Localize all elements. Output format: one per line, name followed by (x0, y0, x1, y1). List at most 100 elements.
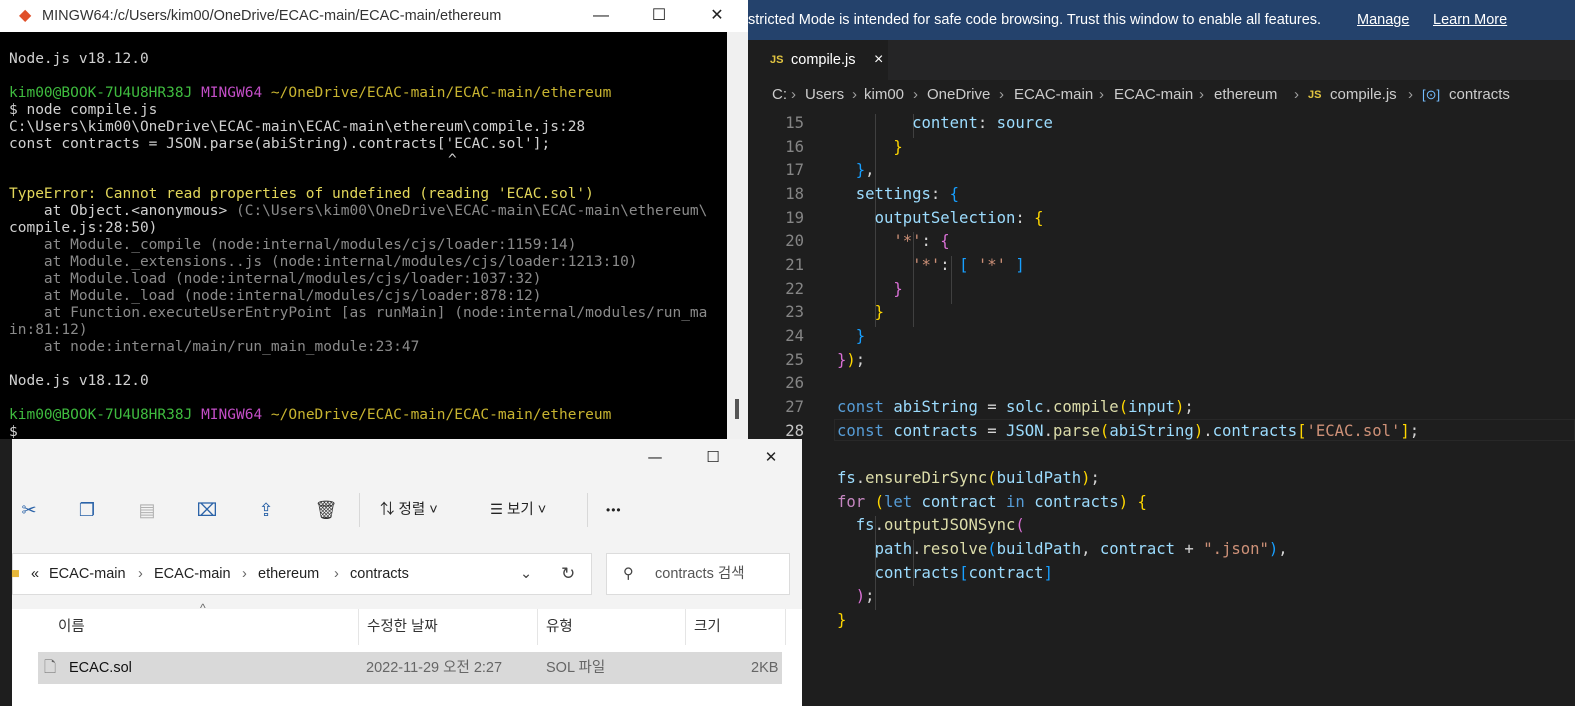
code-line: ); (855, 587, 875, 605)
breadcrumb-item[interactable]: contracts (1449, 80, 1510, 110)
terminal-stack-line: in:81:12) (9, 322, 88, 338)
minimize-button[interactable]: — (581, 0, 621, 32)
terminal-line: Node.js v18.12.0 (9, 373, 149, 389)
code-line: '*': [ '*' ] (912, 256, 1025, 274)
paste-icon[interactable]: ▤ (130, 495, 164, 525)
rename-icon[interactable]: ⌧ (190, 495, 224, 525)
copy-icon[interactable]: ❐ (70, 495, 104, 525)
code-line: path.resolve(buildPath, contract + ".jso… (874, 540, 1288, 558)
chevron-right-icon: › (138, 566, 143, 582)
code-line: } (893, 280, 903, 298)
close-button[interactable]: ✕ (751, 441, 791, 473)
code-line: fs.ensureDirSync(buildPath); (837, 469, 1100, 487)
terminal-prompt-line: kim00@BOOK-7U4U8HR38J MINGW64 ~/OneDrive… (9, 407, 612, 423)
terminal-title-bar[interactable]: ◆ MINGW64:/c/Users/kim00/OneDrive/ECAC-m… (0, 0, 748, 32)
search-input[interactable]: ⚲ contracts 검색 (606, 553, 790, 595)
terminal-input-line[interactable]: $ (9, 424, 26, 439)
code-line: settings: { (855, 185, 960, 203)
file-name: ECAC.sol (69, 660, 132, 676)
file-row[interactable]: 🗋 ECAC.sol 2022-11-29 오전 2:27 SOL 파일 2KB (38, 652, 782, 684)
breadcrumb-item[interactable]: kim00 (864, 80, 904, 110)
column-header-date[interactable]: 수정한 날짜 (359, 609, 538, 645)
breadcrumb-item[interactable]: ECAC-main (1014, 80, 1093, 110)
breadcrumb-item[interactable]: ECAC-main (1114, 80, 1193, 110)
terminal-line: $ node compile.js (9, 102, 158, 118)
code-line: } (874, 303, 884, 321)
toolbar-divider (587, 493, 588, 527)
chevron-down-icon[interactable]: ⌄ (520, 554, 532, 594)
maximize-button[interactable]: ☐ (693, 441, 733, 473)
view-button[interactable]: ☰ 보기 ˅ (490, 495, 546, 525)
more-options-button[interactable]: ••• (606, 495, 622, 525)
code-line: } (893, 138, 903, 156)
file-type: SOL 파일 (546, 660, 606, 676)
folder-icon: ■ (11, 566, 20, 582)
address-bar[interactable]: ■ « ECAC-main › ECAC-main › ethereum › c… (11, 553, 592, 595)
terminal-stack-line: at Module._extensions..js (node:internal… (9, 254, 638, 270)
address-segment[interactable]: contracts (350, 554, 409, 594)
close-tab-icon[interactable]: × (874, 40, 883, 80)
column-header-type[interactable]: 유형 (538, 609, 686, 645)
symbol-variable-icon: [⊙] (1422, 87, 1441, 102)
sort-icon: ⇅ (380, 502, 399, 518)
code-line: '*': { (893, 232, 950, 250)
terminal-title: MINGW64:/c/Users/kim00/OneDrive/ECAC-mai… (42, 8, 502, 24)
share-icon[interactable]: ⇪ (249, 495, 283, 525)
minimize-button[interactable]: — (635, 441, 675, 473)
toolbar-divider (359, 493, 360, 527)
javascript-file-icon: JS (770, 54, 784, 66)
cut-icon[interactable]: ✂ (12, 495, 46, 525)
code-editor[interactable]: 15 16 17 18 19 20 21 22 23 24 25 26 27 2… (748, 114, 1575, 706)
address-segment[interactable]: ECAC-main (154, 554, 231, 594)
list-view-icon: ☰ (490, 502, 508, 518)
breadcrumb: C: › Users › kim00 › OneDrive › ECAC-mai… (748, 80, 1575, 110)
column-header-name[interactable]: 이름 (50, 609, 359, 645)
refresh-icon[interactable]: ↻ (561, 554, 575, 594)
terminal-error-line: TypeError: Cannot read properties of und… (9, 186, 594, 202)
chevron-right-icon: › (852, 86, 857, 103)
restricted-mode-banner: stricted Mode is intended for safe code … (748, 0, 1575, 40)
maximize-button[interactable]: ☐ (639, 0, 679, 32)
editor-tab-bar: JS compile.js × (748, 40, 1575, 80)
code-line: fs.outputJSONSync( (855, 516, 1025, 534)
tab-compile-js[interactable]: JS compile.js × (748, 40, 888, 80)
chevron-right-icon: › (1199, 86, 1204, 103)
terminal-line: C:\Users\kim00\OneDrive\ECAC-main\ECAC-m… (9, 119, 586, 135)
breadcrumb-item[interactable]: OneDrive (927, 80, 990, 110)
git-diamond-icon: ◆ (19, 7, 32, 24)
vscode-window: stricted Mode is intended for safe code … (748, 0, 1575, 706)
breadcrumb-item[interactable]: Users (805, 80, 844, 110)
file-icon: 🗋 (44, 659, 57, 676)
line-number: 17 (785, 161, 804, 179)
code-line: } (855, 327, 866, 345)
terminal-line: ^ (448, 152, 457, 168)
chevron-right-icon: › (1099, 86, 1104, 103)
address-segment[interactable]: ethereum (258, 554, 319, 594)
breadcrumb-item[interactable]: compile.js (1330, 80, 1397, 110)
terminal-stack-line: at Module._load (node:internal/modules/c… (9, 288, 542, 304)
code-line: content: source (912, 114, 1053, 132)
line-number: 19 (785, 209, 804, 227)
search-placeholder: contracts 검색 (655, 566, 745, 582)
terminal-stack-line: at Module._compile (node:internal/module… (9, 237, 577, 253)
column-header-size[interactable]: 크기 (686, 609, 786, 645)
learn-more-link[interactable]: Learn More (1433, 0, 1507, 40)
close-button[interactable]: ✕ (697, 0, 737, 32)
delete-icon[interactable]: 🗑 (309, 495, 343, 525)
terminal-output[interactable]: Node.js v18.12.0 kim00@BOOK-7U4U8HR38J M… (0, 32, 727, 439)
terminal-scrollbar[interactable] (727, 32, 748, 439)
explorer-title-bar[interactable]: — ☐ ✕ (12, 439, 802, 477)
address-segment[interactable]: ECAC-main (49, 554, 126, 594)
manage-link[interactable]: Manage (1357, 0, 1409, 40)
line-number: 21 (785, 256, 804, 274)
chevron-right-icon: › (791, 86, 796, 103)
line-number: 27 (785, 398, 804, 416)
sort-button[interactable]: ⇅ 정렬 ˅ (380, 495, 438, 525)
breadcrumb-item[interactable]: C: (772, 80, 787, 110)
file-size: 2KB (751, 660, 779, 676)
scrollbar-thumb[interactable] (735, 399, 739, 419)
breadcrumb-item[interactable]: ethereum (1214, 80, 1277, 110)
line-number: 26 (785, 374, 804, 392)
address-overflow[interactable]: « (31, 554, 39, 594)
terminal-line: Node.js v18.12.0 (9, 51, 149, 67)
